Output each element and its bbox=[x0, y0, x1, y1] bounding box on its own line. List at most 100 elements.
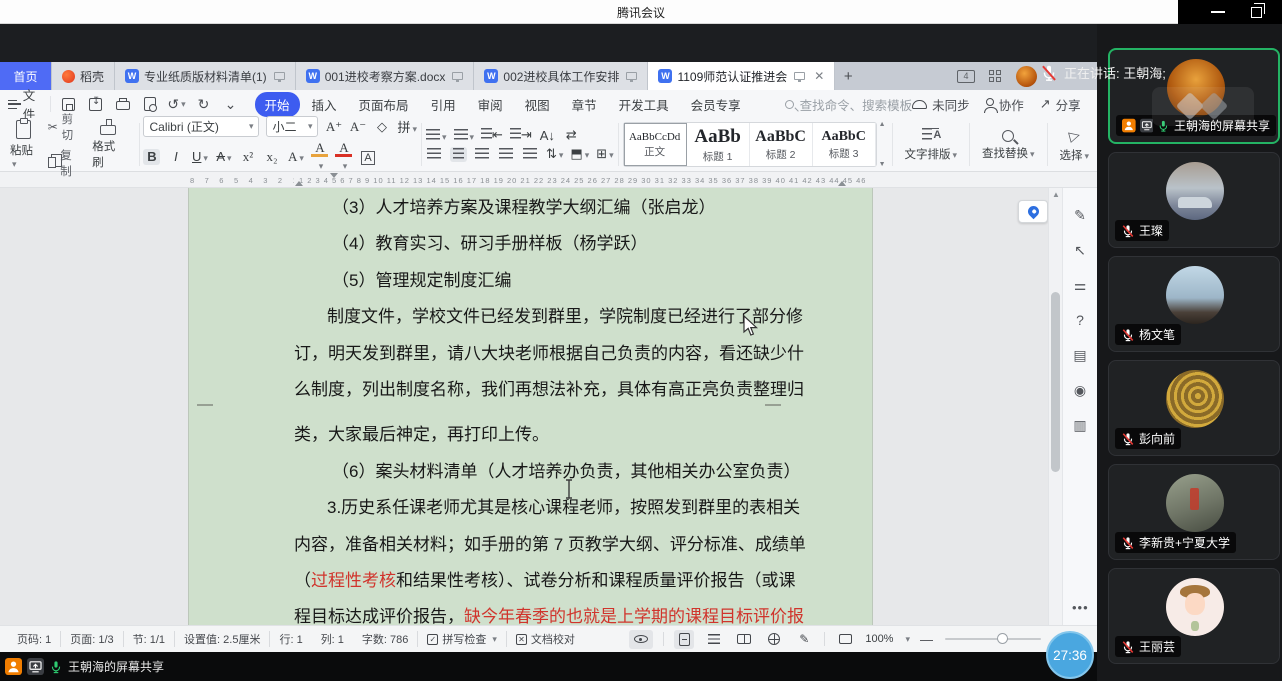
workspace-grid-icon[interactable] bbox=[989, 70, 1002, 83]
participant-tile-杨文笔[interactable]: 杨文笔 bbox=[1108, 256, 1280, 352]
distribute-button[interactable] bbox=[522, 147, 539, 162]
style-标题 2[interactable]: AaBbC标题 2 bbox=[750, 123, 813, 166]
align-right-button[interactable] bbox=[474, 147, 491, 162]
status-item[interactable]: 设置值: 2.5厘米 bbox=[175, 631, 270, 647]
underline-button[interactable]: U▾ bbox=[191, 149, 208, 165]
menu-tab-引用[interactable]: 引用 bbox=[421, 92, 466, 117]
copy-button[interactable]: 复制 bbox=[48, 147, 83, 179]
status-item[interactable]: 行: 1 bbox=[270, 631, 311, 647]
strikethrough-button[interactable]: A▾ bbox=[215, 149, 232, 165]
right-indent-marker[interactable] bbox=[838, 181, 846, 186]
outline-view-button[interactable] bbox=[704, 630, 724, 649]
text-layout-button[interactable]: 文字排版▾ bbox=[897, 118, 966, 171]
zoom-slider[interactable] bbox=[945, 638, 1041, 640]
decrease-indent-button[interactable]: ⇤ bbox=[481, 127, 503, 143]
highlight-color-button[interactable]: A▾ bbox=[311, 140, 328, 173]
status-item[interactable]: 列: 1 bbox=[312, 631, 353, 647]
screen-share-pill[interactable]: 王朝海的屏幕共享 bbox=[0, 658, 164, 675]
read-view-button[interactable] bbox=[734, 630, 754, 649]
bullet-list-button[interactable]: ▾ bbox=[426, 128, 447, 143]
zoom-out-button[interactable]: — bbox=[920, 632, 933, 647]
undo-button[interactable]: ↺▾ bbox=[169, 96, 185, 112]
tab-稻壳[interactable]: 稻壳 bbox=[52, 62, 115, 90]
find-replace-button[interactable]: 查找替换▾ bbox=[974, 118, 1043, 171]
tab-002进校具体工作安排[interactable]: 002进校具体工作安排 bbox=[474, 62, 648, 90]
ink-annotate-icon[interactable]: ✎ bbox=[1071, 206, 1089, 224]
font-size-select[interactable]: 小二▾ bbox=[266, 116, 318, 137]
style-gallery-scroll[interactable]: ▲▼ bbox=[877, 118, 888, 171]
italic-button[interactable]: I bbox=[167, 149, 184, 165]
format-painter-button[interactable]: 格式刷 bbox=[88, 117, 128, 172]
redo-button[interactable]: ↻ bbox=[196, 96, 212, 112]
font-name-select[interactable]: Calibri (正文)▾ bbox=[143, 116, 259, 137]
style-标题 3[interactable]: AaBbC标题 3 bbox=[813, 123, 876, 166]
help-icon[interactable]: ? bbox=[1071, 311, 1089, 329]
sort-button[interactable]: A↓ bbox=[539, 128, 556, 143]
tab-1109师范认证推进会[interactable]: 1109师范认证推进会✕ bbox=[648, 62, 835, 90]
document-position-pin-button[interactable] bbox=[1018, 200, 1048, 223]
doc-proof-button[interactable]: ✕ 文档校对 bbox=[507, 631, 584, 647]
menu-tab-页面布局[interactable]: 页面布局 bbox=[349, 92, 419, 117]
sync-status[interactable]: 未同步 bbox=[912, 95, 970, 114]
subscript-button[interactable]: x₂ bbox=[263, 149, 280, 165]
character-border-button[interactable]: A bbox=[359, 149, 376, 165]
zoom-level[interactable]: 100% bbox=[865, 633, 893, 645]
status-item[interactable]: 字数: 786 bbox=[353, 631, 418, 647]
zoom-caret-icon[interactable]: ▾ bbox=[905, 634, 910, 645]
scrollbar-thumb[interactable] bbox=[1051, 292, 1060, 472]
restore-button[interactable] bbox=[1251, 7, 1262, 18]
shading-button[interactable]: ⬒▾ bbox=[570, 146, 589, 162]
zoom-slider-knob[interactable] bbox=[997, 633, 1008, 644]
first-line-indent-marker[interactable] bbox=[330, 173, 338, 178]
select-button[interactable]: ▷ 选择▾ bbox=[1052, 118, 1098, 171]
cut-button[interactable]: ✂剪切 bbox=[48, 111, 83, 143]
increase-indent-button[interactable]: ⇥ bbox=[510, 127, 532, 143]
menu-tab-章节[interactable]: 章节 bbox=[562, 92, 607, 117]
menu-tab-视图[interactable]: 视图 bbox=[515, 92, 560, 117]
clear-format-button[interactable]: ◇ bbox=[373, 119, 390, 135]
select-cursor-icon[interactable]: ↖ bbox=[1071, 241, 1089, 259]
adjust-settings-icon[interactable]: ⚌ bbox=[1071, 276, 1089, 294]
justify-button[interactable] bbox=[498, 147, 515, 162]
participant-tile-王丽芸[interactable]: 王丽芸 bbox=[1108, 568, 1280, 664]
new-tab-button[interactable]: + bbox=[835, 62, 861, 90]
fit-page-button[interactable] bbox=[835, 630, 855, 649]
print-button[interactable] bbox=[115, 96, 131, 112]
tab-001进校考察方案.docx[interactable]: 001进校考察方案.docx bbox=[296, 62, 475, 90]
menu-tab-会员专享[interactable]: 会员专享 bbox=[681, 92, 751, 117]
web-view-button[interactable] bbox=[764, 630, 784, 649]
pinyin-guide-button[interactable]: 拼▾ bbox=[397, 117, 417, 136]
style-标题 1[interactable]: AaBb标题 1 bbox=[687, 123, 750, 166]
more-caret-icon[interactable]: ⌄ bbox=[223, 96, 239, 112]
participant-tile-李新贵+宁夏大学[interactable]: 李新贵+宁夏大学 bbox=[1108, 464, 1280, 560]
align-center-button[interactable] bbox=[450, 147, 467, 162]
left-indent-marker[interactable] bbox=[295, 181, 303, 186]
menu-tab-开发工具[interactable]: 开发工具 bbox=[609, 92, 679, 117]
account-avatar[interactable] bbox=[1016, 66, 1037, 87]
scroll-up-icon[interactable]: ▲ bbox=[1052, 190, 1060, 199]
line-spacing-button[interactable]: ⇅▾ bbox=[546, 146, 563, 162]
paste-button[interactable]: 粘贴▾ bbox=[6, 118, 42, 172]
tips-bulb-icon[interactable]: ◉ bbox=[1071, 381, 1089, 399]
numbered-list-button[interactable]: ▾ bbox=[454, 128, 475, 143]
status-item[interactable]: 页码: 1 bbox=[8, 631, 61, 647]
close-tab-icon[interactable]: ✕ bbox=[814, 69, 824, 83]
command-search[interactable]: 查找命令、搜索模板 bbox=[785, 95, 913, 114]
status-item[interactable]: 页面: 1/3 bbox=[61, 631, 123, 647]
decrease-font-button[interactable]: A⁻ bbox=[349, 119, 366, 135]
page-view-button[interactable] bbox=[674, 630, 694, 649]
spell-check-toggle[interactable]: ✓ 拼写检查▾ bbox=[418, 631, 507, 647]
menu-tab-插入[interactable]: 插入 bbox=[302, 92, 347, 117]
export-button[interactable] bbox=[88, 96, 104, 112]
document-page[interactable]: （3）人才培养方案及课程教学大纲汇编（张启龙）（4）教育实习、研习手册样板（杨学… bbox=[188, 188, 873, 625]
share-button[interactable]: ↗分享 bbox=[1040, 95, 1081, 114]
text-direction-button[interactable]: ⇄ bbox=[563, 127, 580, 143]
horizontal-ruler[interactable]: 8 7 6 5 4 3 2 1 1 2 3 4 5 6 7 8 9 10 11 … bbox=[0, 172, 1097, 188]
read-mode-icon[interactable]: ▥ bbox=[1071, 416, 1089, 434]
participant-tile-彭向前[interactable]: 彭向前 bbox=[1108, 360, 1280, 456]
menu-tab-开始[interactable]: 开始 bbox=[255, 92, 300, 117]
increase-font-button[interactable]: A⁺ bbox=[325, 119, 342, 135]
collaborate-button[interactable]: 协作 bbox=[986, 95, 1024, 114]
side-toolbar-more-icon[interactable]: ••• bbox=[1072, 600, 1089, 615]
tab-count-icon[interactable]: 4 bbox=[957, 70, 975, 83]
